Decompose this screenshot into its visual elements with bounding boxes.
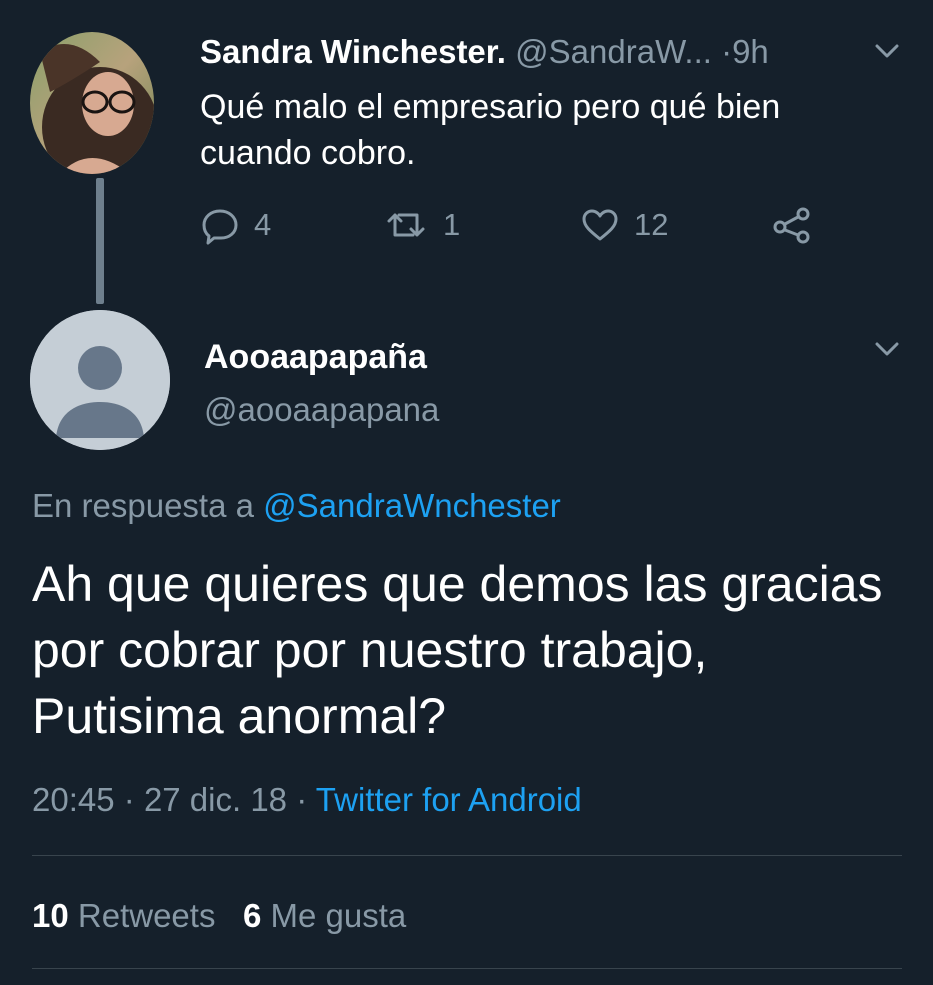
parent-tweet-text: Qué malo el empresario pero qué bien cua… xyxy=(200,88,781,172)
engagement-stats: 10 Retweets 6 Me gusta xyxy=(32,894,406,938)
divider xyxy=(32,855,902,856)
tweet-date: 27 dic. 18 xyxy=(143,781,288,818)
meta-separator: · xyxy=(123,781,135,818)
tweet-source-link[interactable]: Twitter for Android xyxy=(316,781,582,818)
retweets-stat[interactable]: 10 Retweets xyxy=(32,897,215,934)
likes-count: 6 xyxy=(242,897,262,934)
share-action[interactable] xyxy=(770,205,814,245)
retweet-count: 1 xyxy=(443,207,461,242)
sandra-avatar[interactable] xyxy=(30,32,154,174)
parent-tweet-header: Sandra Winchester. @SandraW... ·9h xyxy=(200,30,769,74)
default-avatar[interactable] xyxy=(30,310,170,450)
reply-display-name[interactable]: Aooaapapaña xyxy=(204,337,427,377)
reply-action[interactable]: 4 xyxy=(200,205,271,245)
like-action[interactable]: 12 xyxy=(580,205,668,245)
parent-display-name[interactable]: Sandra Winchester. xyxy=(200,33,506,70)
tweet-metadata: 20:45 · 27 dic. 18 · Twitter for Android xyxy=(32,778,582,822)
parent-tweet-actions: 4 1 12 xyxy=(200,205,840,255)
reply-handle[interactable]: @aooaapapana xyxy=(204,390,439,430)
tweet-time: 20:45 xyxy=(32,781,115,818)
replying-prefix: En respuesta a xyxy=(32,487,254,524)
likes-stat[interactable]: 6 Me gusta xyxy=(243,897,406,934)
heart-icon xyxy=(580,205,620,245)
replying-to-line: En respuesta a @SandraWnchester xyxy=(32,484,561,528)
share-icon xyxy=(770,205,814,245)
chevron-down-icon[interactable] xyxy=(872,36,902,71)
chevron-down-icon[interactable] xyxy=(872,334,902,369)
header-separator: · xyxy=(721,33,733,70)
tweet-thread: Sandra Winchester. @SandraW... ·9h Qué m… xyxy=(0,0,933,985)
retweets-label: Retweets xyxy=(77,897,216,934)
reply-count: 4 xyxy=(254,207,272,242)
replying-mention-link[interactable]: @SandraWnchester xyxy=(263,487,561,524)
retweets-count: 10 xyxy=(32,897,69,934)
divider xyxy=(32,968,902,969)
thread-connector-line xyxy=(96,178,104,304)
meta-separator: · xyxy=(296,781,308,818)
retweet-icon xyxy=(383,205,429,245)
retweet-action[interactable]: 1 xyxy=(383,205,460,245)
parent-time[interactable]: 9h xyxy=(732,33,769,70)
reply-bubble-icon xyxy=(200,205,240,245)
reply-tweet-text: Ah que quieres que demos las gracias por… xyxy=(32,556,883,744)
likes-label: Me gusta xyxy=(270,897,407,934)
like-count: 12 xyxy=(634,207,669,242)
parent-handle[interactable]: @SandraW... xyxy=(515,33,712,70)
